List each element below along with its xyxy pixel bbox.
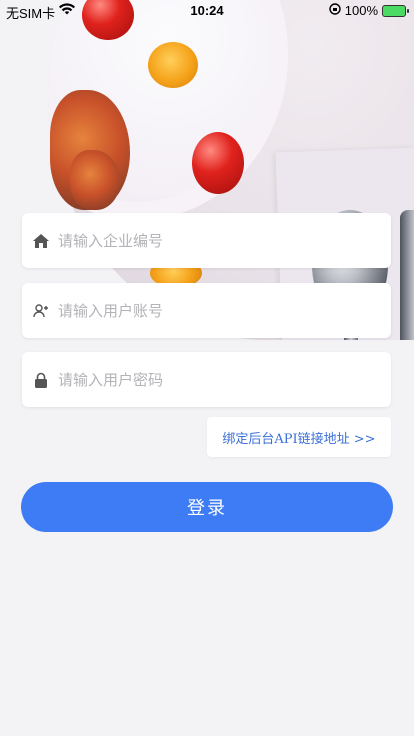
password-input[interactable] — [56, 351, 391, 408]
shrimp-dish-2 — [70, 150, 120, 210]
lock-icon — [32, 371, 50, 389]
status-right: 100% — [329, 3, 409, 18]
password-field[interactable] — [22, 351, 391, 408]
fork — [400, 210, 414, 340]
status-bar: 无SIM卡 10:24 100% — [0, 0, 414, 22]
company-input[interactable] — [56, 212, 391, 269]
user-plus-icon — [32, 302, 50, 320]
orientation-lock-icon — [329, 3, 341, 18]
company-field[interactable] — [22, 212, 391, 269]
battery-icon — [382, 4, 409, 17]
tomato-2 — [192, 132, 244, 194]
battery-percent: 100% — [344, 3, 378, 18]
username-field[interactable] — [22, 282, 391, 339]
home-icon — [32, 232, 50, 250]
login-button[interactable]: 登录 — [21, 482, 393, 532]
username-input[interactable] — [56, 282, 391, 339]
bind-api-link[interactable]: 绑定后台API链接地址 >> — [207, 417, 391, 457]
kumquat — [148, 42, 198, 88]
